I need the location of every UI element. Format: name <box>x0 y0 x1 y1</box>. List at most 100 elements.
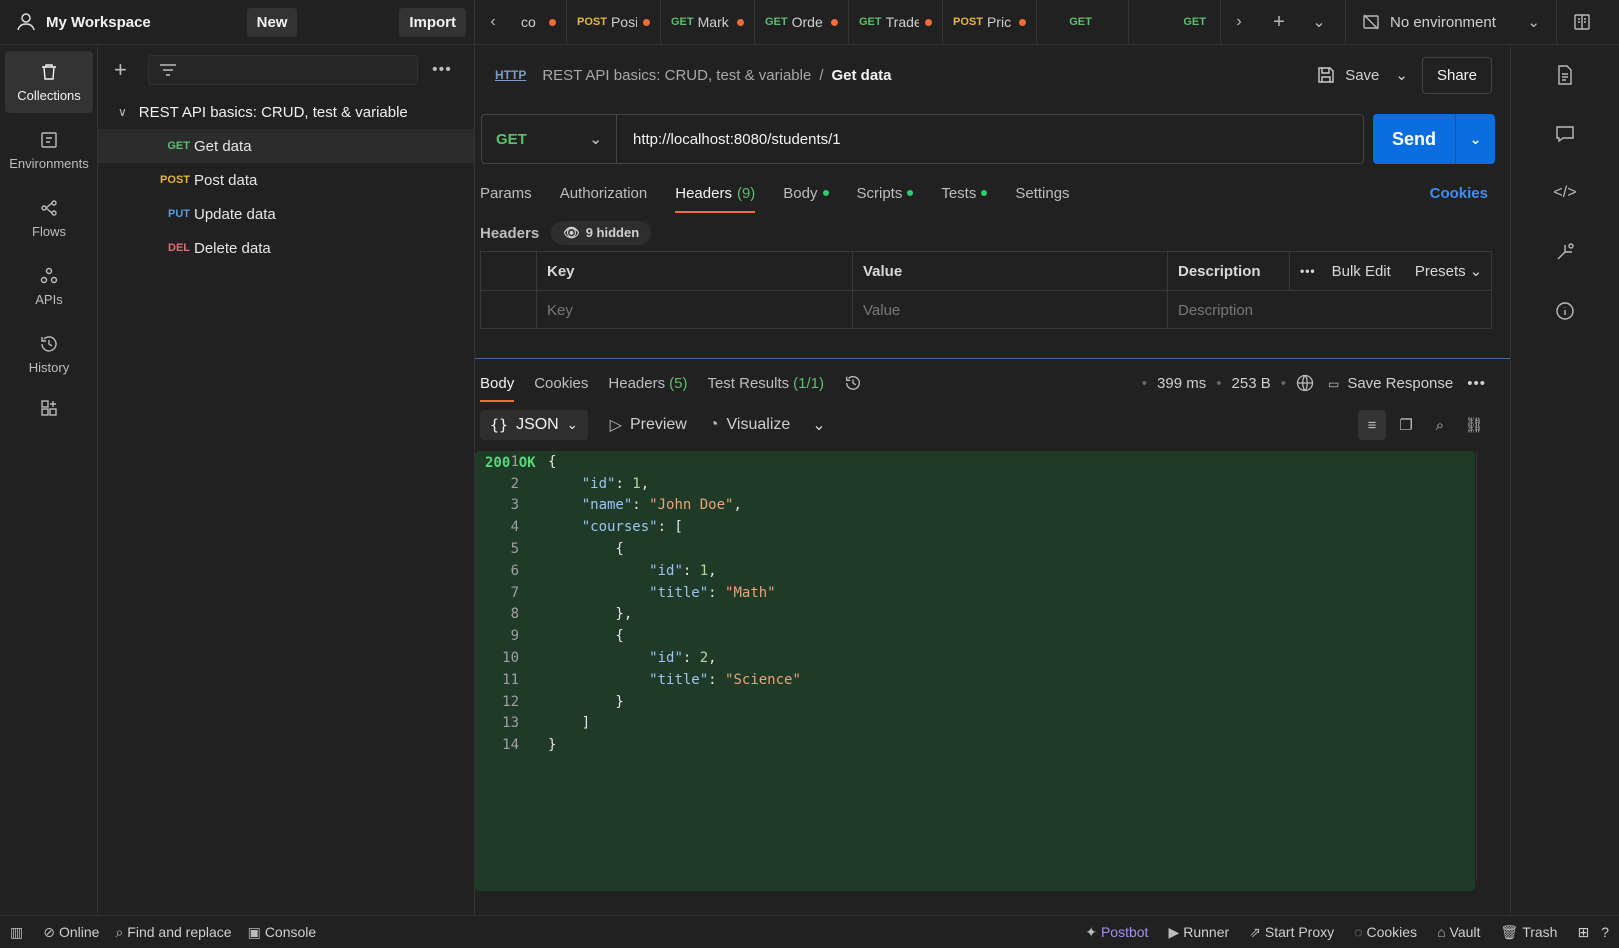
import-button[interactable]: Import <box>399 7 466 37</box>
table-header-row: Key Value Description ••• Bulk Edit Pres… <box>481 252 1491 290</box>
tab-response-cookies[interactable]: Cookies <box>534 364 588 402</box>
runner-button[interactable]: ▶ Runner <box>1168 924 1229 941</box>
tab-label: Orde <box>791 14 823 30</box>
rail-item-flows[interactable]: Flows <box>5 187 93 249</box>
request-item[interactable]: POST Post data <box>98 163 474 197</box>
more-options-icon[interactable]: ••• <box>432 61 452 79</box>
presets-dropdown[interactable]: Presets <box>1415 263 1466 280</box>
unsaved-dot <box>643 18 650 26</box>
chevron-down-icon[interactable]: ⌄ <box>1395 66 1408 84</box>
workspace-name[interactable]: My Workspace <box>46 14 151 31</box>
globe-icon[interactable] <box>1296 374 1314 392</box>
more-options-icon[interactable]: ••• <box>1300 264 1316 278</box>
hidden-headers-toggle[interactable]: 👁 9 hidden <box>551 221 652 245</box>
layout-icon[interactable]: ⊞ <box>1577 924 1589 941</box>
filter-input[interactable] <box>148 55 418 85</box>
trash-button[interactable]: 🗑 Trash <box>1500 924 1557 941</box>
tab-authorization[interactable]: Authorization <box>560 173 648 213</box>
tab-response-body[interactable]: Body <box>480 364 515 402</box>
tab-item[interactable]: POST Pric <box>943 0 1037 45</box>
tab-item[interactable]: co <box>511 0 567 45</box>
rail-item-collections[interactable]: Collections <box>5 51 93 113</box>
url-input[interactable]: http://localhost:8080/students/1 <box>617 131 841 148</box>
request-item[interactable]: GET Get data <box>98 129 474 163</box>
editor-scrollbar[interactable] <box>1476 451 1492 881</box>
key-input[interactable]: Key <box>536 291 852 329</box>
tabs-prev-icon[interactable]: ‹ <box>475 0 511 45</box>
rail-item-apis[interactable]: APIs <box>5 255 93 317</box>
start-proxy-button[interactable]: ⇗ Start Proxy <box>1249 924 1334 941</box>
tab-scripts[interactable]: Scripts <box>857 173 914 213</box>
tab-response-headers[interactable]: Headers (5) <box>608 364 687 402</box>
response-size[interactable]: 253 B <box>1232 375 1271 392</box>
toggle-sidebar-icon[interactable]: ▥ <box>10 924 27 941</box>
code-icon[interactable]: </> <box>1511 164 1619 222</box>
search-icon[interactable]: ⌕ <box>1426 410 1454 440</box>
tabs-next-icon[interactable]: › <box>1221 0 1257 45</box>
collection-item[interactable]: ∨ REST API basics: CRUD, test & variable <box>98 95 474 129</box>
save-response-button[interactable]: ▭ Save Response <box>1328 375 1453 392</box>
tab-item[interactable]: GET <box>1037 0 1129 45</box>
rail-item-configure[interactable] <box>5 391 93 431</box>
tab-tests[interactable]: Tests <box>941 173 988 213</box>
copy-icon[interactable]: ❐ <box>1392 410 1420 440</box>
response-time[interactable]: 399 ms <box>1157 375 1206 392</box>
tabs-list-chevron-icon[interactable]: ⌄ <box>1301 0 1337 45</box>
add-collection-plus-icon[interactable]: + <box>114 57 134 83</box>
rail-item-history[interactable]: History <box>5 323 93 385</box>
chevron-down-icon[interactable]: ⌄ <box>812 415 825 435</box>
tab-body[interactable]: Body <box>783 173 829 213</box>
tab-item[interactable]: POST Posi <box>567 0 661 45</box>
tab-headers[interactable]: Headers (9) <box>675 173 756 213</box>
cookies-button[interactable]: ◌ Cookies <box>1354 924 1417 940</box>
request-item[interactable]: DEL Delete data <box>98 231 474 265</box>
tab-item[interactable]: GET Orde <box>755 0 849 45</box>
documentation-icon[interactable] <box>1511 46 1619 104</box>
console-button[interactable]: ▣ Console <box>248 924 317 941</box>
value-input[interactable]: Value <box>852 291 1167 329</box>
online-status[interactable]: ⊘ Online <box>43 924 99 941</box>
new-tab-plus-icon[interactable]: + <box>1257 0 1301 45</box>
environment-selector[interactable]: No environment ⌄ <box>1345 0 1557 45</box>
related-collections-icon[interactable] <box>1511 223 1619 281</box>
breadcrumb-collection[interactable]: REST API basics: CRUD, test & variable <box>542 67 811 84</box>
tab-params[interactable]: Params <box>480 173 532 213</box>
wrap-lines-icon[interactable]: ≡ <box>1358 410 1386 440</box>
history-icon[interactable] <box>844 364 862 402</box>
code-line: 2 "id": 1, <box>475 473 1475 495</box>
tab-settings[interactable]: Settings <box>1015 173 1069 213</box>
response-body-editor[interactable]: 1{2 "id": 1, 3 "name": "John Doe", 4 "cour… <box>475 451 1475 891</box>
preview-button[interactable]: ▷ Preview <box>610 415 687 435</box>
method-select[interactable]: GET ⌄ <box>482 115 617 163</box>
visualize-button[interactable]: ◔ Visualize <box>709 416 790 434</box>
cookies-link[interactable]: Cookies <box>1430 185 1488 202</box>
save-button[interactable]: Save ⌄ <box>1317 66 1408 84</box>
tab-item[interactable]: GET <box>1129 0 1221 45</box>
no-environment-icon <box>1363 14 1379 30</box>
rail-item-environments[interactable]: Environments <box>5 119 93 181</box>
share-button[interactable]: Share <box>1421 56 1492 94</box>
new-button[interactable]: New <box>246 7 298 37</box>
workspace-overview-icon[interactable] <box>1557 0 1607 45</box>
vault-button[interactable]: ⌂ Vault <box>1437 924 1480 940</box>
history-icon <box>41 335 57 352</box>
breadcrumb-request[interactable]: Get data <box>832 67 892 84</box>
description-input[interactable]: Description <box>1167 291 1491 329</box>
comments-icon[interactable] <box>1511 105 1619 163</box>
tests-count: (1/1) <box>793 374 824 392</box>
response-view-toolbar: {} JSON ⌄ ▷ Preview ◔ Visualize ⌄ ≡ ❐ ⌕ ⛓ <box>475 403 1510 447</box>
link-icon[interactable]: ⛓ <box>1460 410 1488 440</box>
request-item[interactable]: PUT Update data <box>98 197 474 231</box>
send-button[interactable]: Send ⌄ <box>1373 114 1495 164</box>
format-select[interactable]: {} JSON ⌄ <box>480 410 588 440</box>
tab-item[interactable]: GET Mark <box>661 0 755 45</box>
postbot-button[interactable]: ✦ Postbot <box>1085 924 1148 941</box>
tab-item[interactable]: GET Trade <box>849 0 943 45</box>
help-icon[interactable]: ? <box>1601 924 1609 940</box>
bulk-edit-button[interactable]: Bulk Edit <box>1332 263 1391 280</box>
tab-test-results[interactable]: Test Results (1/1) <box>707 364 824 402</box>
chevron-down-icon[interactable]: ⌄ <box>1455 114 1495 164</box>
more-options-icon[interactable]: ••• <box>1467 375 1486 392</box>
find-replace-button[interactable]: ⌕ Find and replace <box>115 924 231 941</box>
info-icon[interactable] <box>1511 282 1619 340</box>
